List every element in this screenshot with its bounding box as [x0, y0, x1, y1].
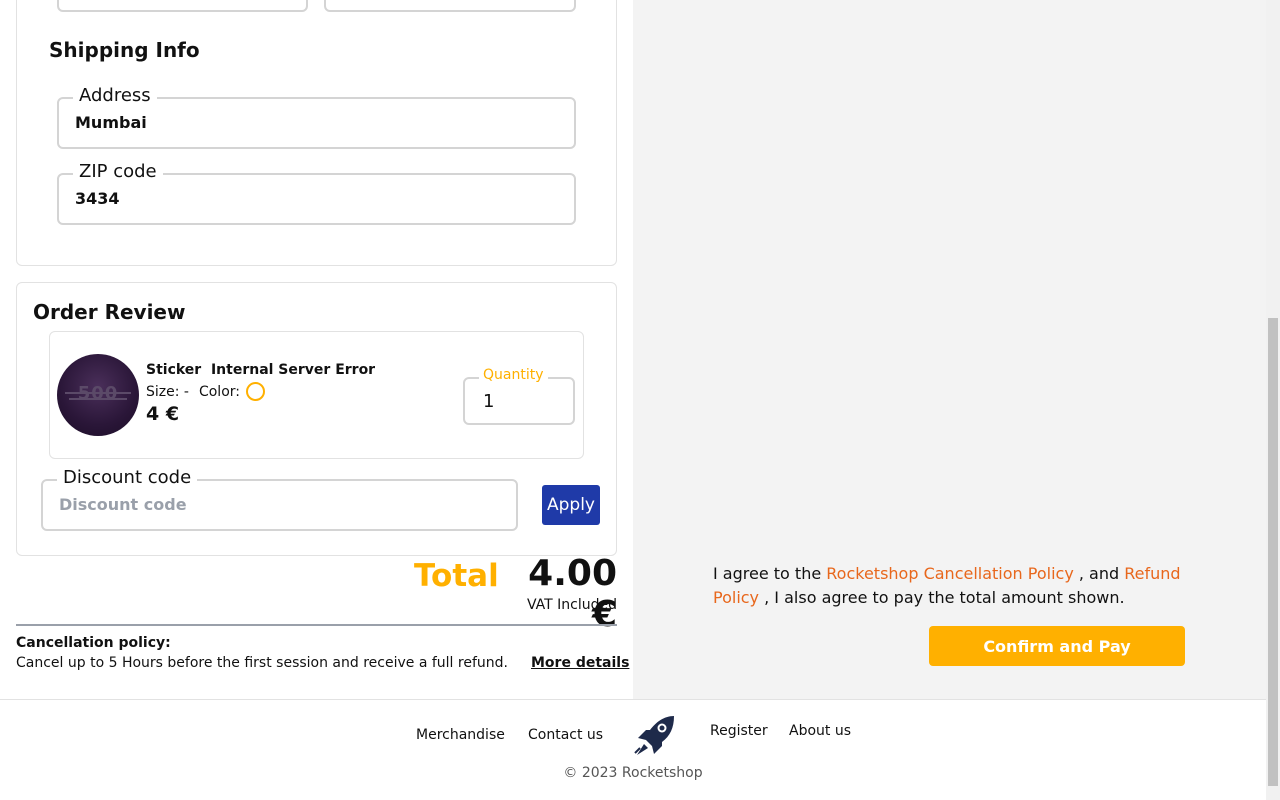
- rocket-logo-icon[interactable]: [634, 714, 676, 758]
- address-field[interactable]: Address Mumbai: [57, 85, 576, 149]
- discount-code-label: Discount code: [57, 467, 198, 489]
- total-value: 4.00 €: [528, 553, 617, 635]
- item-name: Sticker Internal Server Error: [146, 362, 376, 378]
- zip-field[interactable]: ZIP code 3434: [57, 161, 576, 225]
- page-scrollbar[interactable]: [1266, 0, 1280, 800]
- quantity-label: Quantity: [479, 367, 548, 383]
- agreement-prefix: I agree to the: [713, 564, 822, 583]
- cancellation-policy-title: Cancellation policy:: [16, 635, 171, 651]
- zip-label: ZIP code: [73, 161, 163, 183]
- item-image: 500: [57, 354, 139, 436]
- shipping-title: Shipping Info: [49, 38, 200, 62]
- total-label: Total: [414, 558, 499, 594]
- more-details-link[interactable]: More details: [531, 655, 629, 671]
- discount-code-input[interactable]: Discount code Discount code: [41, 467, 518, 531]
- zip-value: 3434: [75, 189, 120, 208]
- quantity-value: 1: [483, 391, 495, 412]
- footer: Merchandise Contact us Register About us: [0, 700, 1266, 800]
- item-color-label: Color:: [198, 383, 240, 400]
- item-size: Size: -: [146, 383, 189, 400]
- agreement-middle: , and: [1078, 564, 1120, 583]
- name-field-partial[interactable]: [57, 0, 308, 12]
- confirm-and-pay-button[interactable]: Confirm and Pay: [929, 626, 1185, 666]
- vat-note: VAT Included: [526, 597, 617, 613]
- address-value: Mumbai: [75, 113, 147, 132]
- item-price: 4 €: [146, 403, 180, 425]
- footer-link-register[interactable]: Register: [710, 723, 768, 739]
- order-title: Order Review: [33, 300, 186, 324]
- cancellation-policy-link[interactable]: Rocketshop Cancellation Policy: [826, 564, 1074, 583]
- footer-link-about[interactable]: About us: [789, 723, 851, 739]
- agreement-suffix: , I also agree to pay the total amount s…: [764, 588, 1125, 607]
- item-image-text: 500: [77, 383, 119, 404]
- divider: [16, 624, 617, 626]
- surname-field-partial[interactable]: [324, 0, 576, 12]
- scrollbar-thumb[interactable]: [1268, 318, 1278, 786]
- discount-code-placeholder: Discount code: [59, 495, 187, 514]
- item-meta: Size: - Color:: [146, 382, 265, 401]
- quantity-input[interactable]: Quantity 1: [463, 367, 575, 425]
- address-label: Address: [73, 85, 157, 107]
- footer-link-contact[interactable]: Contact us: [528, 727, 603, 743]
- cancellation-policy-text: Cancel up to 5 Hours before the first se…: [16, 655, 508, 671]
- apply-discount-button[interactable]: Apply: [542, 485, 600, 525]
- agreement-text: I agree to the Rocketshop Cancellation P…: [713, 562, 1183, 610]
- footer-link-merchandise[interactable]: Merchandise: [416, 727, 505, 743]
- color-swatch-icon: [246, 382, 265, 401]
- copyright: © 2023 Rocketshop: [563, 765, 703, 781]
